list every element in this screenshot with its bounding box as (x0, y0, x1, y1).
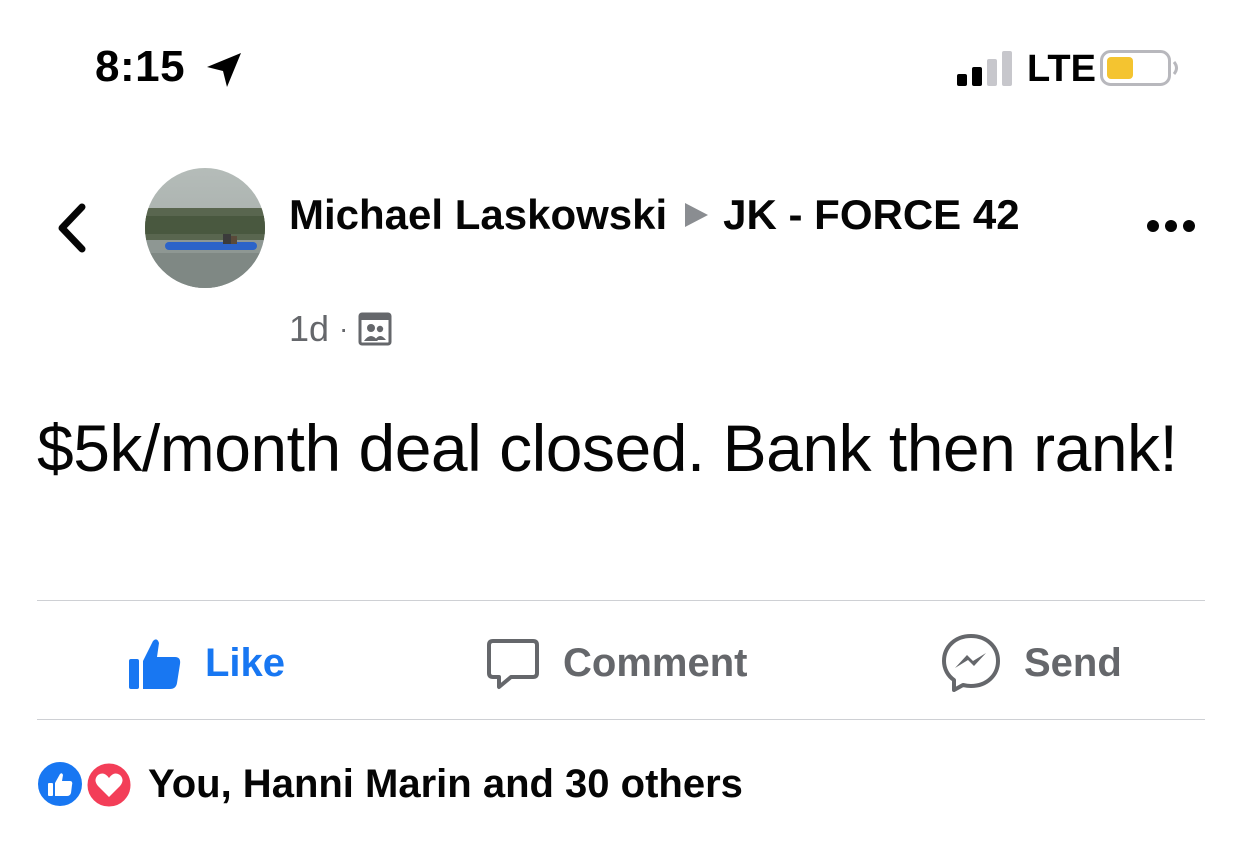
post-age[interactable]: 1d (289, 308, 329, 350)
messenger-icon (942, 634, 1000, 692)
comment-button[interactable]: Comment (485, 628, 747, 698)
post-text: $5k/month deal closed. Bank then rank! (37, 411, 1178, 485)
status-time: 8:15 (95, 42, 186, 91)
cellular-signal-icon (957, 51, 1012, 86)
location-arrow-icon (207, 53, 241, 87)
like-reaction-icon (36, 760, 84, 808)
divider (37, 719, 1205, 720)
back-chevron-icon[interactable] (52, 202, 92, 254)
meta-separator: · (339, 313, 349, 344)
like-button[interactable]: Like (127, 628, 285, 698)
more-options-icon[interactable] (1144, 214, 1198, 238)
author-avatar[interactable] (145, 168, 265, 288)
reaction-icons (36, 760, 136, 810)
reactions-text: You, Hanni Marin and 30 others (148, 761, 743, 806)
network-type: LTE (1027, 48, 1096, 90)
like-label: Like (205, 640, 286, 685)
comment-icon (487, 639, 539, 689)
reactions-summary[interactable]: You, Hanni Marin and 30 others (36, 760, 743, 810)
group-icon (358, 312, 392, 346)
shared-to-arrow-icon (685, 202, 709, 227)
send-button[interactable]: Send (940, 628, 1122, 698)
author-name[interactable]: Michael Laskowski (289, 191, 667, 238)
thumbs-up-icon (129, 639, 181, 689)
comment-label: Comment (563, 640, 748, 685)
divider (37, 600, 1205, 601)
post-author-line: Michael Laskowski JK - FORCE 42 (289, 186, 1049, 244)
group-name[interactable]: JK - FORCE 42 (723, 191, 1019, 238)
post-meta: 1d · (289, 308, 392, 350)
love-reaction-icon (84, 760, 134, 810)
battery-icon (1100, 50, 1178, 86)
send-label: Send (1024, 640, 1122, 685)
